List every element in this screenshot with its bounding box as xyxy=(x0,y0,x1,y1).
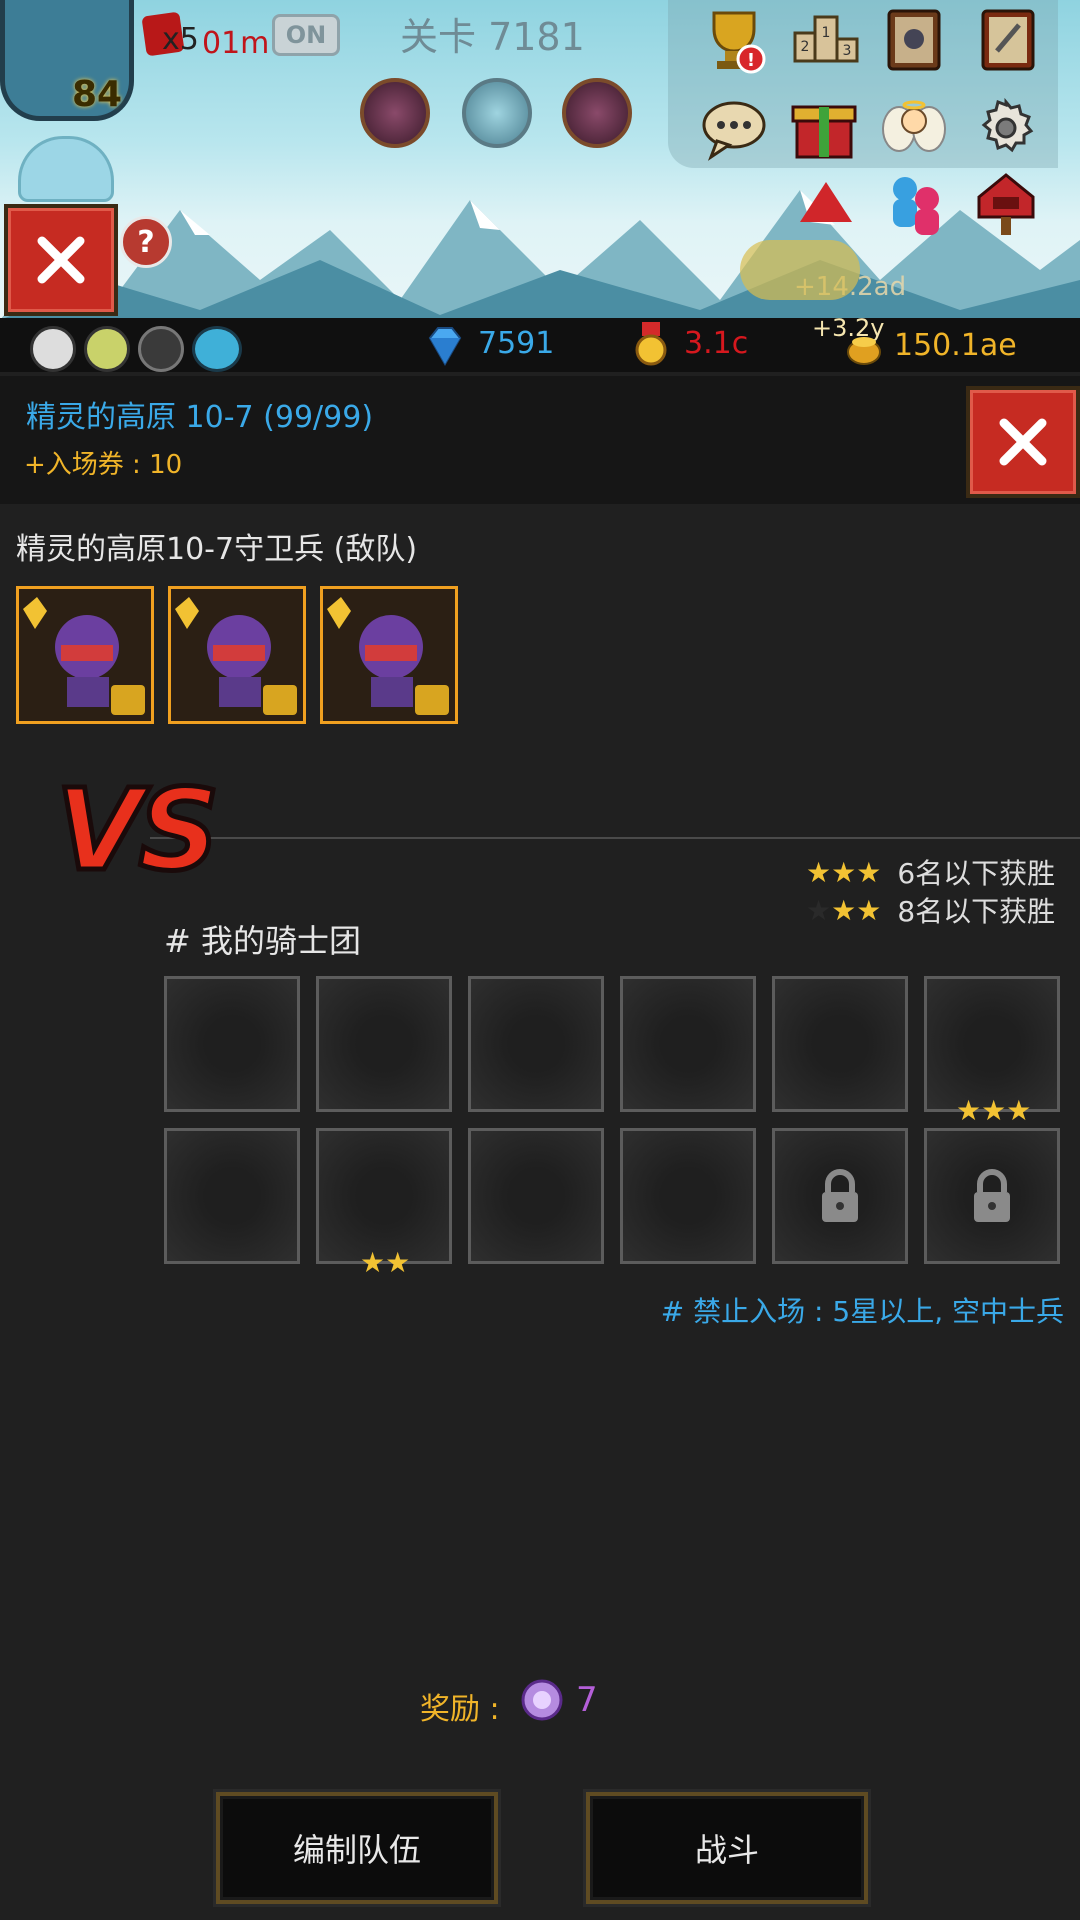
ally-creature xyxy=(740,240,860,300)
skill-orb-2[interactable] xyxy=(462,78,532,148)
dark-knight-icon xyxy=(171,589,303,721)
energy-multiplier: x5 xyxy=(162,22,199,57)
battle-button[interactable]: 战斗 xyxy=(586,1792,868,1904)
team-slot[interactable] xyxy=(164,1128,300,1264)
ranking-podium-icon[interactable]: 12 3 xyxy=(790,4,862,76)
pet-icon-1[interactable] xyxy=(30,326,76,372)
svg-text:3: 3 xyxy=(843,43,852,59)
stage-title: 关卡 7181 xyxy=(400,15,585,59)
team-slot[interactable] xyxy=(468,1128,604,1264)
slot-star-rating: ★★ xyxy=(360,1246,411,1279)
team-slot[interactable] xyxy=(620,1128,756,1264)
purple-orb-icon xyxy=(521,1679,563,1721)
pet-icon-4[interactable] xyxy=(192,326,242,372)
ticket-info: +入场券 : 10 xyxy=(24,450,183,480)
team-slot[interactable] xyxy=(620,976,756,1112)
trophy-icon[interactable]: ! xyxy=(698,4,770,76)
team-slot[interactable] xyxy=(924,976,1060,1112)
enemy-unit-3[interactable] xyxy=(320,586,458,724)
enemy-unit-2[interactable] xyxy=(168,586,306,724)
dark-knight-icon xyxy=(19,589,151,721)
reward-label: 奖励 : xyxy=(420,1692,500,1727)
skill-orb-3[interactable] xyxy=(562,78,632,148)
pet-icon-3[interactable] xyxy=(138,326,184,372)
gem-count: 7591 xyxy=(478,326,555,361)
medal-count: 3.1c xyxy=(684,326,749,361)
dark-knight-icon xyxy=(323,589,455,721)
auto-toggle[interactable]: ON xyxy=(272,14,340,56)
medal-icon xyxy=(635,322,667,366)
team-slot[interactable] xyxy=(164,976,300,1112)
mailbox-icon[interactable] xyxy=(970,166,1042,238)
gear-icon[interactable] xyxy=(970,92,1042,164)
condition-2star: ★ ★★ 8名以下获胜 xyxy=(806,893,1056,929)
condition-3star: ★★★ 6名以下获胜 xyxy=(806,855,1056,891)
team-slot[interactable] xyxy=(468,976,604,1112)
energy-timer: 01m xyxy=(202,26,270,61)
lock-icon xyxy=(974,1169,1010,1222)
resource-bar: 7591 3.1c +3.2y 150.1ae xyxy=(0,314,1080,372)
vs-label: VS xyxy=(53,764,221,899)
section-divider xyxy=(150,837,1080,839)
pet-icon-2[interactable] xyxy=(84,326,130,372)
close-scene-button[interactable] xyxy=(4,204,118,316)
my-team-label: # 我的骑士团 xyxy=(164,922,361,960)
skill-orb-1[interactable] xyxy=(360,78,430,148)
empty-star-icon: ★ xyxy=(806,893,832,927)
lock-icon xyxy=(822,1169,858,1222)
dungeon-header: 精灵的高原 10-7 (99/99) +入场券 : 10 xyxy=(0,376,1080,504)
star-icon: ★★★ xyxy=(806,855,882,889)
close-icon xyxy=(999,418,1047,466)
game-scene: 84 x5 01m ON 关卡 7181 ! 123 +14.2ad ? xyxy=(0,0,1080,318)
quest-book-icon[interactable] xyxy=(972,4,1044,76)
svg-text:1: 1 xyxy=(822,25,831,41)
gold-count: 150.1ae xyxy=(894,328,1017,363)
dungeon-title: 精灵的高原 10-7 (99/99) xyxy=(26,400,374,435)
team-slot-locked xyxy=(772,1128,908,1264)
close-dialog-button[interactable] xyxy=(966,386,1080,498)
angel-icon[interactable] xyxy=(878,92,950,164)
svg-text:2: 2 xyxy=(801,39,810,55)
team-slot[interactable] xyxy=(316,1128,452,1264)
star-icon: ★★ xyxy=(831,893,882,927)
gold-pot-icon xyxy=(847,337,881,365)
friends-icon[interactable] xyxy=(880,168,952,240)
close-icon xyxy=(37,236,85,284)
entry-restriction: # 禁止入场 : 5星以上, 空中士兵 xyxy=(660,1295,1064,1328)
team-slot[interactable] xyxy=(772,976,908,1112)
svg-text:!: ! xyxy=(747,50,755,71)
enemy-team-label: 精灵的高原10-7守卫兵 (敌队) xyxy=(16,532,418,567)
enemy-unit-1[interactable] xyxy=(16,586,154,724)
edit-team-button[interactable]: 编制队伍 xyxy=(216,1792,498,1904)
chat-icon[interactable] xyxy=(698,92,770,164)
hero-level: 84 xyxy=(72,74,123,115)
book-icon[interactable] xyxy=(878,4,950,76)
team-slot-locked xyxy=(924,1128,1060,1264)
gift-box-icon[interactable] xyxy=(788,92,860,164)
reward-value: 7 xyxy=(576,1680,598,1720)
help-button[interactable]: ? xyxy=(120,216,172,268)
slot-star-rating: ★★★ xyxy=(956,1094,1032,1127)
team-slot[interactable] xyxy=(316,976,452,1112)
gem-icon xyxy=(428,327,462,366)
collapse-arrow-icon[interactable] xyxy=(800,182,852,222)
